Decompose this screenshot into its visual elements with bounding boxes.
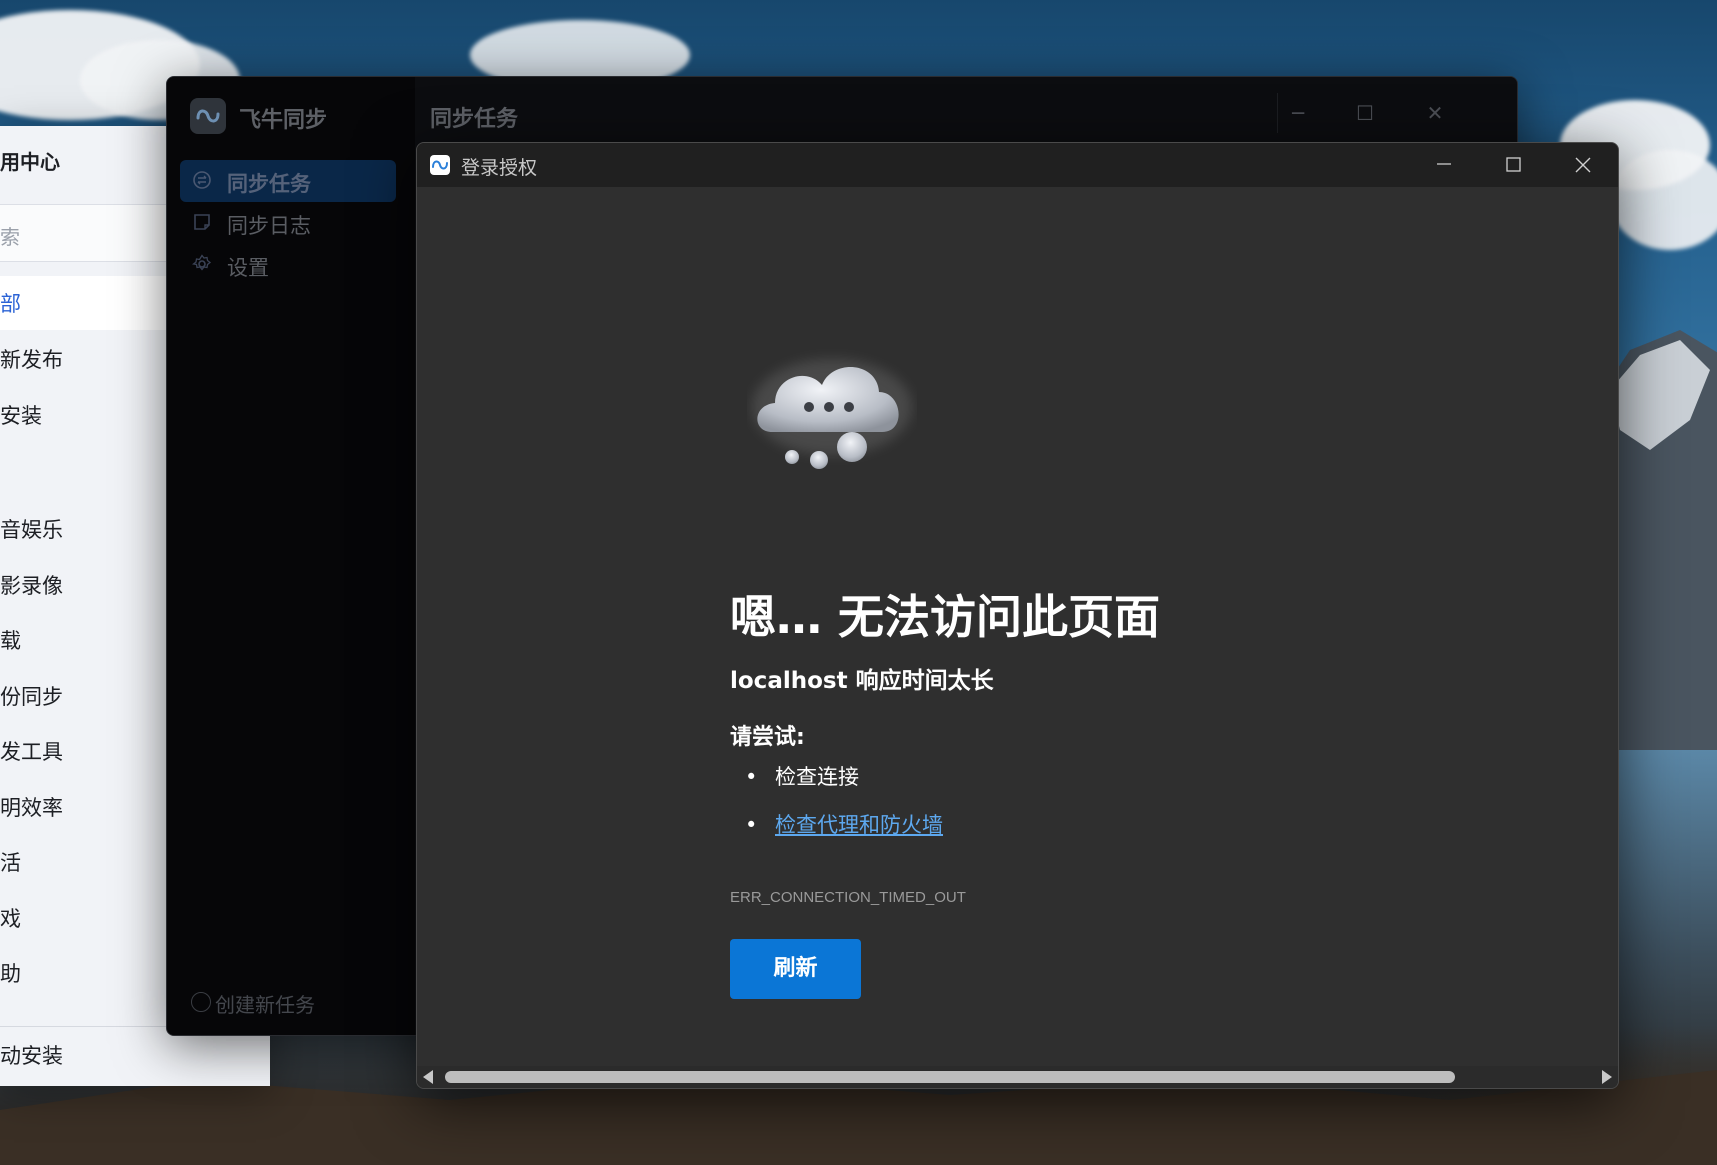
minimize-button[interactable]: ─	[1277, 93, 1318, 133]
error-code: ERR_CONNECTION_TIMED_OUT	[730, 889, 966, 906]
suggestion-list: 检查连接 检查代理和防火墙	[730, 763, 943, 859]
title-bar[interactable]: 登录授权	[417, 143, 1618, 187]
nav-label: 同步任务	[227, 172, 311, 196]
app-center-item[interactable]: 载	[0, 625, 21, 655]
close-button[interactable]: ✕	[1415, 93, 1455, 133]
window-title: 登录授权	[461, 157, 538, 179]
maximize-button[interactable]	[1478, 143, 1548, 187]
browser-content: 嗯… 无法访问此页面 localhost 响应时间太长 请尝试: 检查连接 检查…	[417, 187, 1618, 1066]
close-button[interactable]	[1548, 143, 1618, 187]
app-logo-icon	[190, 98, 226, 134]
app-center-item[interactable]: 发工具	[0, 736, 63, 766]
minimize-button[interactable]	[1408, 143, 1478, 187]
app-center-item-auto-install[interactable]: 动安装	[0, 1040, 63, 1070]
error-subtitle: localhost 响应时间太长	[730, 668, 994, 694]
suggestion-item: 检查代理和防火墙	[730, 811, 943, 859]
app-logo-icon	[430, 155, 450, 175]
scrollbar-thumb[interactable]	[445, 1071, 1455, 1083]
app-center-item[interactable]: 助	[0, 958, 21, 988]
cloud-error-icon	[752, 359, 912, 469]
sync-sidebar: 飞牛同步 同步任务 同步日志 设置 创建新任务	[167, 77, 415, 1035]
app-center-item[interactable]: 安装	[0, 400, 42, 430]
create-task-label: 创建新任务	[215, 993, 315, 1017]
plus-circle-icon	[191, 992, 211, 1012]
app-name: 飞牛同步	[239, 108, 328, 133]
app-center-item[interactable]: 新发布	[0, 344, 63, 374]
nav-label: 同步日志	[227, 214, 311, 238]
try-label: 请尝试:	[730, 725, 805, 750]
check-proxy-firewall-link[interactable]: 检查代理和防火墙	[775, 813, 943, 837]
nav-item-sync-log[interactable]: 同步日志	[180, 202, 396, 244]
suggestion-check-connection: 检查连接	[730, 763, 943, 811]
app-center-item[interactable]: 音娱乐	[0, 514, 63, 544]
nav-item-sync-tasks[interactable]: 同步任务	[180, 160, 396, 202]
refresh-button[interactable]: 刷新	[730, 939, 861, 999]
app-center-item[interactable]: 戏	[0, 903, 21, 933]
log-icon	[192, 212, 212, 232]
page-title: 同步任务	[430, 107, 519, 132]
app-center-item-label: 部	[0, 292, 21, 316]
app-center-item[interactable]: 影录像	[0, 570, 63, 600]
app-center-item[interactable]: 份同步	[0, 681, 63, 711]
nav-item-settings[interactable]: 设置	[180, 244, 396, 286]
scroll-right-arrow-icon[interactable]	[1602, 1070, 1612, 1084]
app-center-item[interactable]: 明效率	[0, 792, 63, 822]
maximize-button[interactable]: ☐	[1345, 93, 1385, 133]
horizontal-scrollbar[interactable]	[417, 1066, 1618, 1088]
error-title: 嗯… 无法访问此页面	[730, 590, 1161, 644]
gear-icon	[191, 254, 212, 274]
scroll-left-arrow-icon[interactable]	[423, 1070, 433, 1084]
nav-label: 设置	[227, 256, 269, 280]
search-placeholder: 索	[0, 225, 20, 249]
app-center-item[interactable]: 活	[0, 847, 21, 877]
login-auth-window: 登录授权 嗯… 无法访问此页面 localhost 响应时间太长 请尝试: • …	[416, 142, 1619, 1089]
sync-icon	[192, 170, 212, 190]
app-center-title: 用中心	[0, 150, 60, 174]
